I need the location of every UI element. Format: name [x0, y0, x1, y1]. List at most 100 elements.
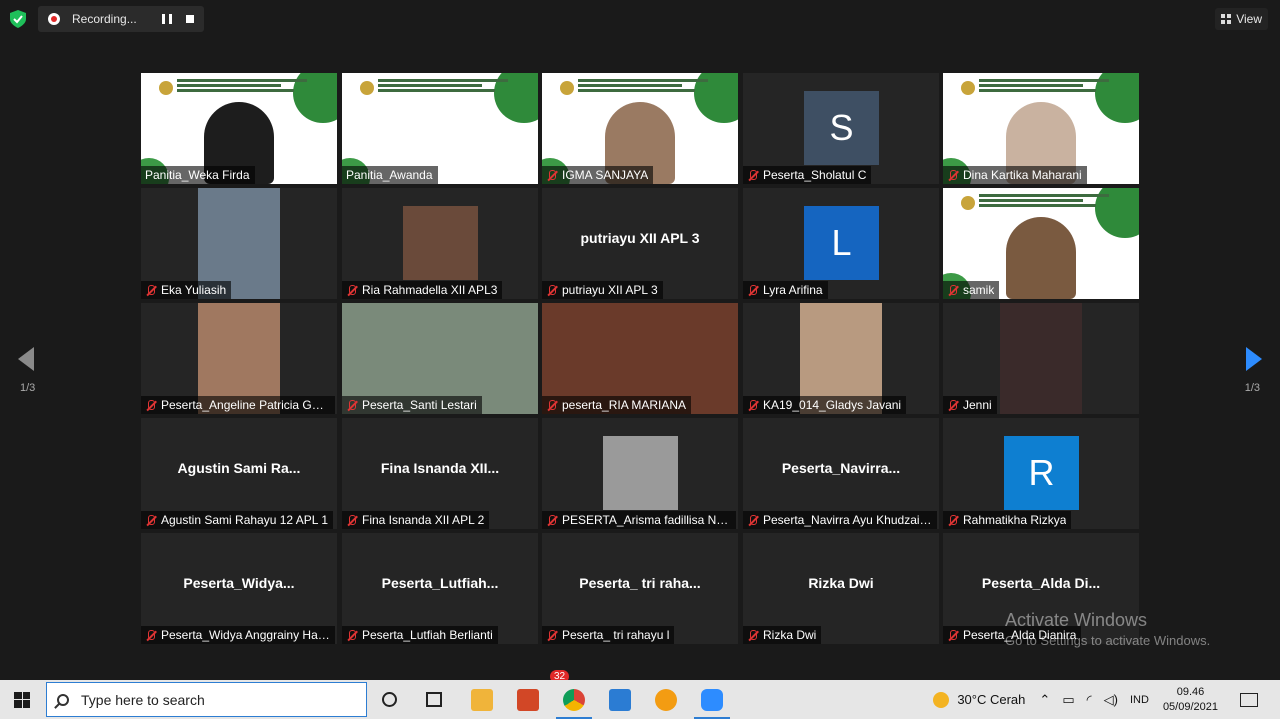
mic-muted-icon: [145, 629, 156, 641]
system-tray: 30°C Cerah ⌃ ▭ ◜ ◁) IND 09.46 05/09/2021: [933, 680, 1280, 719]
participant-tile[interactable]: KA19_014_Gladys Javani: [743, 303, 939, 414]
participant-name-label: Eka Yuliasih: [141, 281, 232, 299]
cortana-icon[interactable]: [382, 692, 397, 707]
participant-tile[interactable]: Peserta_Angeline Patricia Gab...: [141, 303, 337, 414]
windows-taskbar: Type here to search 30°C Cerah ⌃ ▭ ◜ ◁) …: [0, 680, 1280, 719]
participant-name-label: Lyra Arifina: [743, 281, 828, 299]
participant-tile[interactable]: Peserta_ tri raha... Peserta_ tri rahayu …: [542, 533, 738, 644]
chrome-icon[interactable]: [563, 689, 585, 711]
mic-muted-icon: [947, 284, 958, 296]
participant-name-label: putriayu XII APL 3: [542, 281, 663, 299]
participant-name: Panitia_Awanda: [346, 168, 433, 182]
participant-name-label: samik: [943, 281, 1000, 299]
participant-name-label: Panitia_Awanda: [342, 166, 438, 184]
app-icon[interactable]: [655, 689, 677, 711]
mic-muted-icon: [546, 284, 557, 296]
recording-label: Recording...: [72, 12, 137, 26]
participant-display-name: Peserta_Navirra...: [781, 460, 901, 476]
participant-name: Jenni: [963, 398, 992, 412]
volume-icon[interactable]: ◁): [1104, 692, 1118, 708]
task-view-icon[interactable]: [426, 692, 442, 707]
participant-name: Peserta_Santi Lestari: [362, 398, 477, 412]
pause-recording-button[interactable]: [162, 14, 172, 24]
weather-text[interactable]: 30°C Cerah: [957, 692, 1025, 707]
stop-recording-button[interactable]: [186, 15, 194, 23]
participant-tile[interactable]: putriayu XII APL 3 putriayu XII APL 3: [542, 188, 738, 299]
participant-name: Peserta_Lutfiah Berlianti: [362, 628, 493, 642]
participant-tile[interactable]: Panitia_Weka Firda: [141, 73, 337, 184]
taskbar-search-box[interactable]: Type here to search: [46, 682, 367, 717]
participant-name-label: peserta_RIA MARIANA: [542, 396, 692, 414]
gallery-grid-icon: [1221, 14, 1232, 24]
participant-tile[interactable]: Eka Yuliasih: [141, 188, 337, 299]
mic-muted-icon: [747, 169, 758, 181]
mic-muted-icon: [747, 399, 758, 411]
file-explorer-icon[interactable]: [471, 689, 493, 711]
battery-icon[interactable]: ▭: [1062, 692, 1074, 708]
chevron-up-icon[interactable]: ⌃: [1039, 692, 1050, 708]
participant-name: Eka Yuliasih: [161, 283, 227, 297]
clock[interactable]: 09.46 05/09/2021: [1163, 685, 1218, 715]
mic-muted-icon: [747, 284, 758, 296]
zoom-meeting-window: Recording... View Panitia_Weka Firda Pani…: [0, 0, 1280, 683]
participant-tile[interactable]: Rizka Dwi Rizka Dwi: [743, 533, 939, 644]
windows-logo-icon: [14, 691, 30, 708]
start-button[interactable]: [0, 680, 44, 719]
language-indicator[interactable]: IND: [1130, 694, 1149, 706]
next-page-button[interactable]: [1246, 347, 1262, 371]
participant-tile[interactable]: Peserta_Santi Lestari: [342, 303, 538, 414]
participant-tile[interactable]: Panitia_Awanda: [342, 73, 538, 184]
zoom-icon[interactable]: [701, 689, 723, 711]
participant-name-label: Dina Kartika Maharani: [943, 166, 1087, 184]
participant-tile[interactable]: Peserta_Navirra... Peserta_Navirra Ayu Kh…: [743, 418, 939, 529]
mic-muted-icon: [346, 629, 357, 641]
participant-tile[interactable]: Fina Isnanda XII... Fina Isnanda XII APL …: [342, 418, 538, 529]
participant-name: Panitia_Weka Firda: [145, 168, 250, 182]
photos-icon[interactable]: [609, 689, 631, 711]
participant-name: Peserta_Sholatul C: [763, 168, 867, 182]
powerpoint-icon[interactable]: [517, 689, 539, 711]
participant-tile[interactable]: Dina Kartika Maharani: [943, 73, 1139, 184]
participant-tile[interactable]: samik: [943, 188, 1139, 299]
participant-name: Agustin Sami Rahayu 12 APL 1: [161, 513, 328, 527]
participant-tile[interactable]: Peserta_Lutfiah... Peserta_Lutfiah Berlia…: [342, 533, 538, 644]
page-indicator-right: 1/3: [1244, 382, 1260, 394]
participant-tile[interactable]: R Rahmatikha Rizkya: [943, 418, 1139, 529]
participant-tile[interactable]: peserta_RIA MARIANA: [542, 303, 738, 414]
participant-tile[interactable]: Jenni: [943, 303, 1139, 414]
security-shield-icon[interactable]: [10, 10, 26, 28]
participant-tile[interactable]: Agustin Sami Ra... Agustin Sami Rahayu 12…: [141, 418, 337, 529]
previous-page-button[interactable]: [18, 347, 34, 371]
participant-tile[interactable]: S Peserta_Sholatul C: [743, 73, 939, 184]
clock-date: 05/09/2021: [1162, 700, 1218, 713]
participant-tile[interactable]: Peserta_Widya... Peserta_Widya Anggrainy …: [141, 533, 337, 644]
participant-name: Ria Rahmadella XII APL3: [362, 283, 498, 297]
mic-muted-icon: [546, 629, 557, 641]
participant-name-label: Peserta_Lutfiah Berlianti: [342, 626, 498, 644]
participant-avatar: L: [804, 206, 879, 280]
participant-name: PESERTA_Arisma fadillisa Nur ...: [562, 513, 731, 527]
participant-tile[interactable]: L Lyra Arifina: [743, 188, 939, 299]
participant-name-label: KA19_014_Gladys Javani: [743, 396, 907, 414]
participant-video: [1000, 303, 1082, 414]
mic-muted-icon: [346, 284, 357, 296]
participant-tile[interactable]: IGMA SANJAYA: [542, 73, 738, 184]
participant-avatar: S: [804, 91, 879, 165]
weather-icon[interactable]: [933, 691, 950, 708]
mic-muted-icon: [145, 284, 156, 296]
participant-display-name: Agustin Sami Ra...: [177, 460, 301, 476]
clock-time: 09.46: [1176, 685, 1205, 698]
participant-tile[interactable]: Ria Rahmadella XII APL3: [342, 188, 538, 299]
participant-tile[interactable]: PESERTA_Arisma fadillisa Nur ...: [542, 418, 738, 529]
participant-name: Peserta_Navirra Ayu Khudzaif...: [763, 513, 932, 527]
notification-center-icon[interactable]: [1240, 692, 1258, 707]
participant-name: KA19_014_Gladys Javani: [763, 398, 902, 412]
participant-name-label: PESERTA_Arisma fadillisa Nur ...: [542, 511, 736, 529]
mic-muted-icon: [747, 514, 758, 526]
view-button[interactable]: View: [1215, 8, 1268, 30]
participant-name: peserta_RIA MARIANA: [562, 398, 687, 412]
wifi-icon[interactable]: ◜: [1087, 692, 1092, 708]
participant-name: Peserta_ tri rahayu l: [562, 628, 670, 642]
mic-muted-icon: [947, 629, 958, 641]
participant-display-name: Peserta_Alda Di...: [981, 575, 1101, 591]
